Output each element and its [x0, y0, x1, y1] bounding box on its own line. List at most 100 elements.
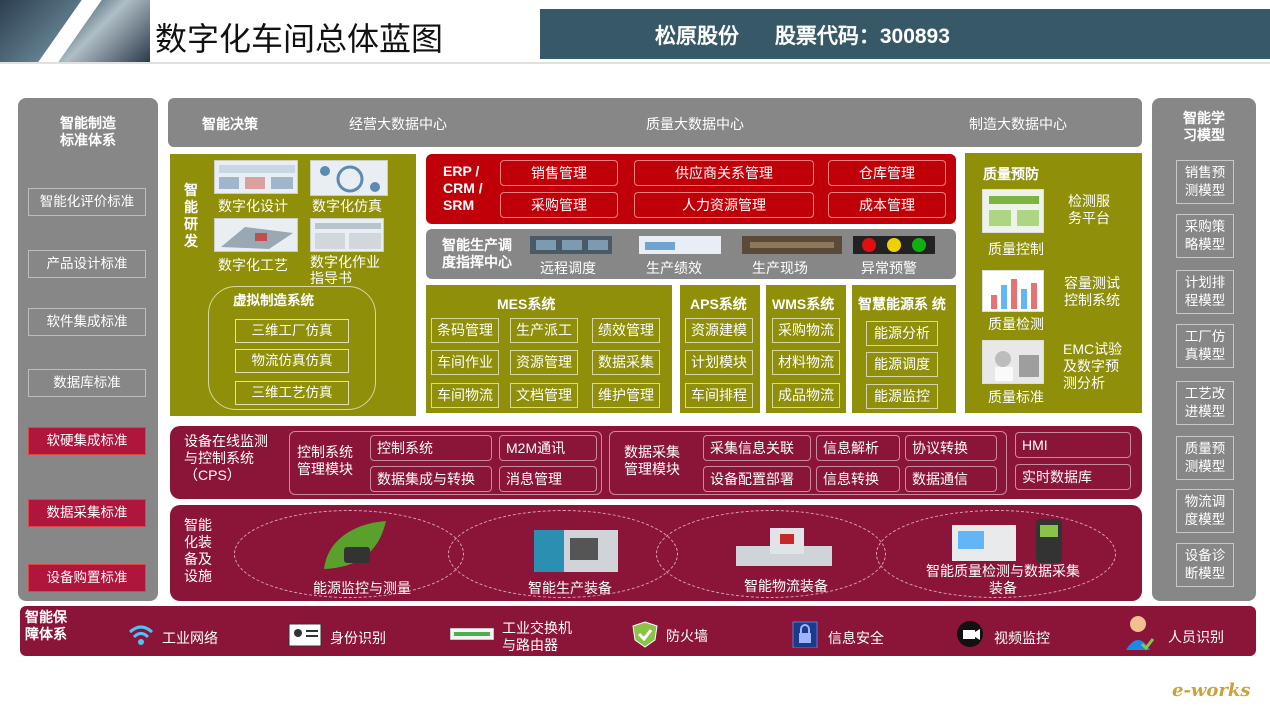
guarantee-item: 信息安全: [828, 630, 884, 646]
guarantee-item: 工业交换机 与路由器: [502, 620, 572, 653]
quality-caption: 质量检测: [988, 316, 1044, 332]
company-name: 松原股份: [655, 25, 739, 48]
quality-caption: 质量标准: [988, 389, 1044, 405]
mes-item: 资源管理: [510, 350, 578, 375]
network-switch-icon: [450, 628, 494, 640]
mes-item: 条码管理: [431, 318, 499, 343]
control-item: 控制系统: [370, 435, 492, 461]
quality-control-image: [982, 189, 1044, 233]
research-label: 智能研发: [184, 182, 198, 249]
equipment-item: 智能生产装备: [528, 580, 612, 596]
data-item: 信息转换: [816, 466, 900, 492]
mes-item: 车间作业: [431, 350, 499, 375]
id-card-icon: [288, 623, 322, 647]
instruction-thumbnail: [310, 218, 384, 252]
quality-desc: EMC试验 及数字预 测分析: [1063, 341, 1123, 391]
cnc-machine-icon: [534, 530, 618, 572]
standard-item: 软硬集成标准: [28, 427, 146, 455]
guarantee-item: 防火墙: [666, 628, 708, 644]
decision-bar: 智能决策 经营大数据中心 质量大数据中心 制造大数据中心: [168, 98, 1142, 147]
data-center: 质量大数据中心: [646, 116, 744, 132]
model-item: 物流调 度模型: [1176, 489, 1234, 533]
equipment-item: 能源监控与测量: [313, 580, 411, 596]
virtual-item: 三维工艺仿真: [235, 381, 349, 405]
mes-item: 文档管理: [510, 383, 578, 408]
stock-code: 股票代码：300893: [774, 25, 950, 48]
cps-extra-item: HMI: [1015, 432, 1131, 458]
equipment-item: 智能质量检测与数据采集 装备: [926, 563, 1080, 596]
guarantee-item: 人员识别: [1168, 629, 1224, 645]
command-item: 异常预警: [861, 260, 917, 276]
mes-item: 生产派工: [510, 318, 578, 343]
guarantee-item: 工业网络: [162, 630, 218, 646]
energy-leaf-icon: [324, 521, 386, 569]
energy-item: 能源分析: [866, 321, 938, 346]
energy-title: 智慧能源系 统: [858, 296, 946, 312]
control-module-label: 控制系统 管理模块: [297, 444, 353, 477]
simulation-thumbnail: [310, 160, 388, 196]
header-decoration: [0, 0, 150, 62]
energy-item: 能源调度: [866, 352, 938, 377]
standard-item: 设备购置标准: [28, 564, 146, 592]
command-item: 生产绩效: [646, 260, 702, 276]
data-item: 协议转换: [905, 435, 997, 461]
logistics-machine-icon: [736, 528, 832, 566]
command-item: 远程调度: [540, 260, 596, 276]
research-item: 数字化作业 指导书: [310, 254, 380, 286]
data-item: 采集信息关联: [703, 435, 811, 461]
cps-label: 设备在线监测 与控制系统 （CPS）: [184, 433, 268, 483]
virtual-manufacturing-title: 虚拟制造系统: [233, 293, 314, 308]
data-item: 信息解析: [816, 435, 900, 461]
equipment-label: 智能 化装 备及 设施: [184, 517, 212, 584]
erp-item: 人力资源管理: [634, 192, 814, 218]
research-item: 数字化工艺: [218, 257, 288, 273]
data-item: 数据通信: [905, 466, 997, 492]
standard-item: 智能化评价标准: [28, 188, 146, 216]
mes-item: 绩效管理: [592, 318, 660, 343]
command-center-label: 智能生产调 度指挥中心: [442, 237, 512, 270]
aps-item: 车间排程: [685, 383, 753, 408]
virtual-item: 三维工厂仿真: [235, 319, 349, 343]
guarantee-item: 视频监控: [994, 630, 1050, 646]
shield-check-icon: [632, 621, 658, 648]
research-item: 数字化仿真: [312, 198, 382, 214]
standard-item: 数据采集标准: [28, 499, 146, 527]
data-center: 经营大数据中心: [349, 116, 447, 132]
mes-item: 维护管理: [592, 383, 660, 408]
quality-desc: 检测服 务平台: [1068, 193, 1110, 226]
data-item: 设备配置部署: [703, 466, 811, 492]
aps-title: APS系统: [690, 296, 747, 312]
user-check-icon: [1126, 616, 1154, 651]
erp-item: 供应商关系管理: [634, 160, 814, 186]
equipment-item: 智能物流装备: [744, 578, 828, 594]
page-title: 数字化车间总体蓝图: [155, 20, 444, 58]
guarantee-item: 身份识别: [330, 630, 386, 646]
brand-logo: e-works: [1172, 680, 1251, 701]
standard-item: 软件集成标准: [28, 308, 146, 336]
models-title: 智能学 习模型: [1183, 110, 1225, 143]
alarm-lights-icon: [853, 236, 935, 254]
model-item: 设备诊 断模型: [1176, 543, 1234, 587]
wms-item: 采购物流: [772, 318, 840, 343]
video-camera-icon: [957, 621, 983, 647]
lock-icon: [792, 621, 818, 648]
standard-item: 数据库标准: [28, 369, 146, 397]
control-item: 消息管理: [499, 466, 597, 492]
erp-label: ERP / CRM / SRM: [443, 163, 483, 213]
model-item: 计划排 程模型: [1176, 270, 1234, 314]
quality-equipment-icon: [952, 519, 1062, 563]
model-item: 质量预 测模型: [1176, 436, 1234, 480]
quality-title: 质量预防: [983, 166, 1039, 182]
process-thumbnail: [214, 218, 298, 252]
guarantee-label: 智能保 障体系: [25, 609, 67, 642]
virtual-item: 物流仿真仿真: [235, 349, 349, 373]
models-panel: 智能学 习模型 销售预 测模型 采购策 略模型 计划排 程模型 工厂仿 真模型 …: [1152, 98, 1256, 601]
energy-item: 能源监控: [866, 384, 938, 409]
control-item: M2M通讯: [499, 435, 597, 461]
design-thumbnail: [214, 160, 298, 194]
mes-item: 数据采集: [592, 350, 660, 375]
wifi-icon: [128, 625, 154, 645]
quality-standard-image: [982, 340, 1044, 384]
company-banner: 松原股份 股票代码：300893: [540, 9, 1270, 59]
wms-title: WMS系统: [772, 296, 835, 312]
